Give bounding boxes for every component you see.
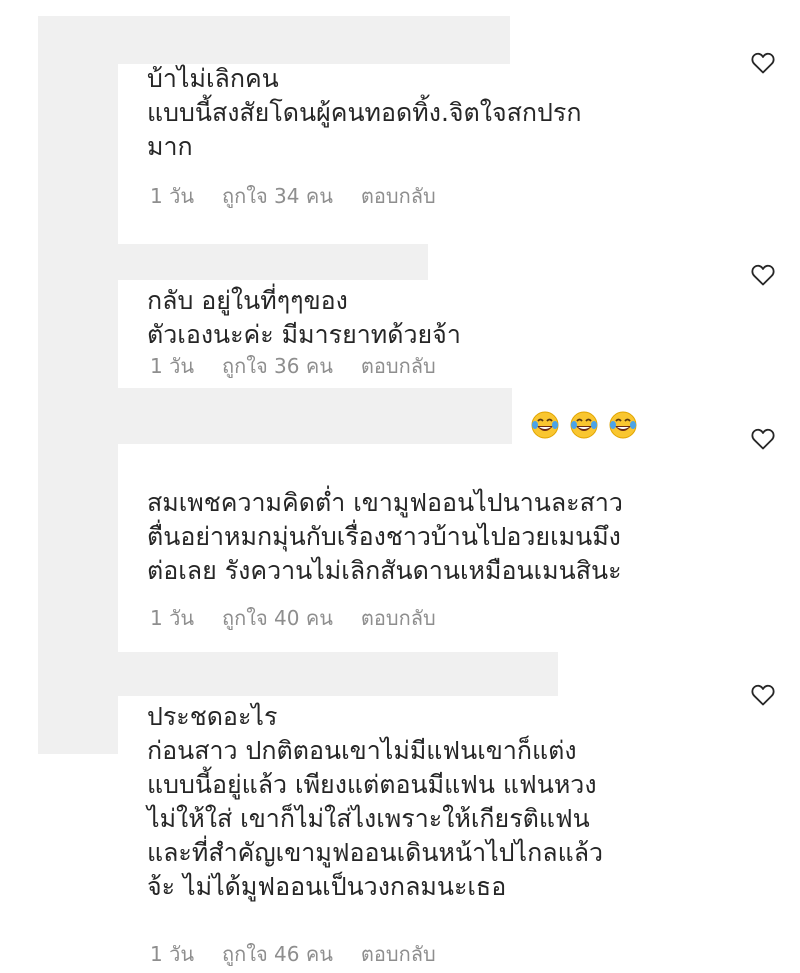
likes-count-link[interactable]: ถูกใจ 34 คน (222, 180, 333, 212)
likes-count-link[interactable]: ถูกใจ 36 คน (222, 350, 333, 382)
comment-text-1: บ้าไม่เลิกคน แบบนี้สงสัยโดนผู้คนทอดทิ้ง.… (147, 28, 581, 164)
comment-meta-3: 1 วัน ถูกใจ 40 คน ตอบกลับ (150, 602, 436, 634)
reply-button[interactable]: ตอบกลับ (361, 602, 436, 634)
heart-icon[interactable] (751, 428, 775, 450)
tears-of-joy-emoji (608, 410, 638, 440)
likes-count-link[interactable]: ถูกใจ 40 คน (222, 602, 333, 634)
comment-time: 1 วัน (150, 606, 194, 630)
avatar-redaction (38, 16, 118, 754)
tears-of-joy-emoji (569, 410, 599, 440)
likes-count-link[interactable]: ถูกใจ 46 คน (222, 938, 333, 970)
comment-text-3: สมเพชความคิดต่ำ เขามูฟออนไปนานละสาว ตื่น… (147, 452, 623, 588)
comment-meta-2: 1 วัน ถูกใจ 36 คน ตอบกลับ (150, 350, 436, 382)
heart-icon[interactable] (751, 52, 775, 74)
comment-time: 1 วัน (150, 354, 194, 378)
comment-body: ประชดอะไร ก่อนสาว ปกติตอนเขาไม่มีแฟนเขาก… (147, 702, 604, 901)
reply-button[interactable]: ตอบกลับ (361, 938, 436, 970)
heart-icon[interactable] (751, 684, 775, 706)
comment-time: 1 วัน (150, 184, 194, 208)
username-redaction-3 (118, 388, 512, 444)
heart-icon[interactable] (751, 264, 775, 286)
comment-time: 1 วัน (150, 942, 194, 966)
comment-text-2: กลับ อยู่ในที่ๆๆของ ตัวเองนะค่ะ มีมารยาท… (147, 250, 461, 352)
comment-body: บ้าไม่เลิกคน แบบนี้สงสัยโดนผู้คนทอดทิ้ง.… (147, 64, 582, 161)
emoji-row (526, 410, 638, 441)
reply-button[interactable]: ตอบกลับ (361, 350, 436, 382)
comment-meta-1: 1 วัน ถูกใจ 34 คน ตอบกลับ (150, 180, 436, 212)
comment-text-4: ประชดอะไร ก่อนสาว ปกติตอนเขาไม่มีแฟนเขาก… (147, 666, 603, 904)
comment-meta-4: 1 วัน ถูกใจ 46 คน ตอบกลับ (150, 938, 436, 970)
comment-body: กลับ อยู่ในที่ๆๆของ ตัวเองนะค่ะ มีมารยาท… (147, 286, 461, 349)
reply-button[interactable]: ตอบกลับ (361, 180, 436, 212)
comment-body: สมเพชความคิดต่ำ เขามูฟออนไปนานละสาว ตื่น… (147, 488, 623, 585)
tears-of-joy-emoji (530, 410, 560, 440)
